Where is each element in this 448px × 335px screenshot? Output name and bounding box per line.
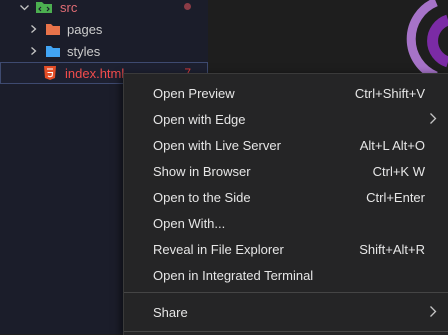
- menu-item-open-in-integrated-terminal[interactable]: Open in Integrated Terminal: [124, 262, 448, 288]
- chevron-right-icon: [27, 23, 39, 35]
- menu-item-show-in-browser[interactable]: Show in Browser Ctrl+K W: [124, 158, 448, 184]
- menu-item-reveal-in-file-explorer[interactable]: Reveal in File Explorer Shift+Alt+R: [124, 236, 448, 262]
- file-index-label: index.html: [65, 65, 125, 81]
- menu-separator: [124, 331, 448, 332]
- menu-item-label: Open in Integrated Terminal: [153, 267, 314, 283]
- menu-item-label: Open with Live Server: [153, 137, 281, 153]
- menu-item-shortcut: Shift+Alt+R: [359, 241, 425, 257]
- menu-item-shortcut: Ctrl+K W: [372, 163, 425, 179]
- menu-item-shortcut: Alt+L Alt+O: [359, 137, 425, 153]
- menu-item-open-to-the-side[interactable]: Open to the Side Ctrl+Enter: [124, 184, 448, 210]
- folder-blue-icon: [46, 45, 60, 57]
- menu-item-open-with-edge[interactable]: Open with Edge: [124, 106, 448, 132]
- menu-item-label: Open to the Side: [153, 189, 251, 205]
- menu-item-label: Open with Edge: [153, 111, 246, 127]
- tree-folder-src[interactable]: src: [0, 0, 208, 18]
- watermark-logo: [406, 0, 448, 80]
- menu-item-share[interactable]: Share: [124, 299, 448, 325]
- menu-item-label: Open Preview: [153, 85, 235, 101]
- menu-item-open-with-live-server[interactable]: Open with Live Server Alt+L Alt+O: [124, 132, 448, 158]
- chevron-right-icon: [27, 45, 39, 57]
- folder-src-label: src: [60, 0, 78, 15]
- folder-styles-label: styles: [67, 43, 101, 59]
- menu-separator: [124, 292, 448, 293]
- folder-pages-label: pages: [67, 21, 103, 37]
- chevron-down-icon: [18, 1, 30, 13]
- folder-src-icon: [36, 1, 52, 13]
- chevron-right-icon: [429, 112, 437, 125]
- context-menu: Open Preview Ctrl+Shift+V Open with Edge…: [123, 73, 448, 335]
- menu-item-open-with[interactable]: Open With...: [124, 210, 448, 236]
- menu-item-label: Share: [153, 304, 188, 320]
- menu-item-shortcut: Ctrl+Enter: [366, 189, 425, 205]
- menu-item-label: Open With...: [153, 215, 226, 231]
- menu-item-label: Reveal in File Explorer: [153, 241, 284, 257]
- chevron-right-icon: [429, 305, 437, 318]
- menu-item-open-preview[interactable]: Open Preview Ctrl+Shift+V: [124, 80, 448, 106]
- modified-dot: [184, 3, 191, 10]
- tree-folder-styles[interactable]: styles: [0, 40, 208, 62]
- html5-icon: [44, 66, 56, 80]
- menu-item-shortcut: Ctrl+Shift+V: [354, 85, 425, 101]
- menu-item-label: Show in Browser: [153, 163, 251, 179]
- folder-orange-icon: [46, 23, 60, 35]
- tree-folder-pages[interactable]: pages: [0, 18, 208, 40]
